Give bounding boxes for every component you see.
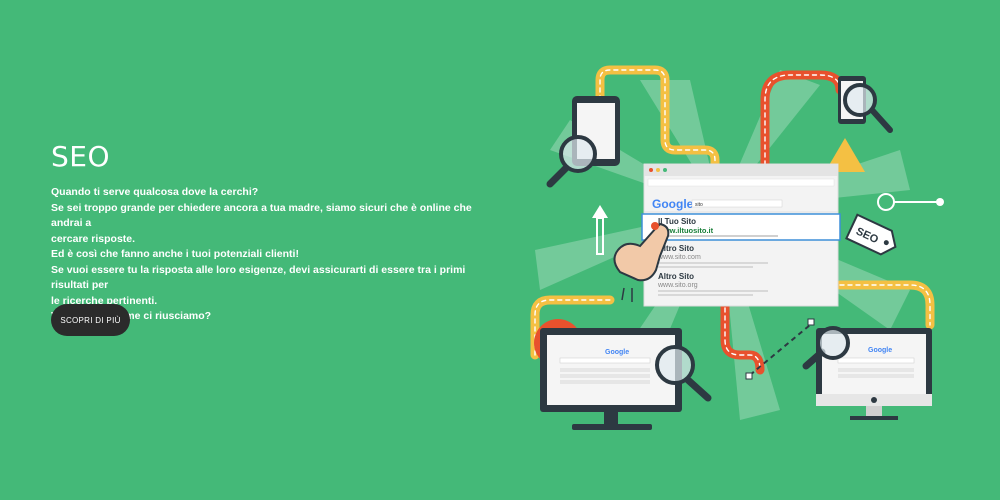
seo-illustration: Google sito Il Tuo Sito www.iltuosito.it… <box>530 65 944 430</box>
description-line: Ed è così che fanno anche i tuoi potenzi… <box>51 248 299 260</box>
page-title: SEO <box>51 140 111 173</box>
price-tag-icon: SEO <box>845 213 897 256</box>
search-engine-logo: Google <box>652 197 694 211</box>
description-line: Se sei troppo grande per chiedere ancora… <box>51 201 472 230</box>
result-url: www.sito.com <box>657 254 701 261</box>
hero-text-block: SEO Quando ti serve qualcosa dove la cer… <box>51 140 481 325</box>
search-engine-logo: Google <box>868 347 892 354</box>
description-line: Quando ti serve qualcosa dove la cerchi? <box>51 186 259 198</box>
hero-section: SEO Quando ti serve qualcosa dove la cer… <box>0 0 1000 500</box>
search-result: Il Tuo Sito www.iltuosito.it <box>641 213 841 241</box>
decor-dot <box>936 198 944 206</box>
result-title: Altro Sito <box>658 272 694 281</box>
result-url: www.sito.org <box>657 282 698 289</box>
decor-ring <box>877 193 895 211</box>
description-line: Se vuoi essere tu la risposta alle loro … <box>51 263 466 292</box>
search-query: sito <box>695 202 703 208</box>
decor-square <box>745 372 753 380</box>
monitor-device: Google <box>540 328 682 430</box>
search-engine-logo: Google <box>605 349 629 356</box>
search-input <box>691 199 783 208</box>
discover-more-button[interactable]: SCOPRI DI PIÙ <box>51 304 130 336</box>
description-line: cercare risposte. <box>51 232 136 245</box>
decor-square <box>807 318 815 326</box>
